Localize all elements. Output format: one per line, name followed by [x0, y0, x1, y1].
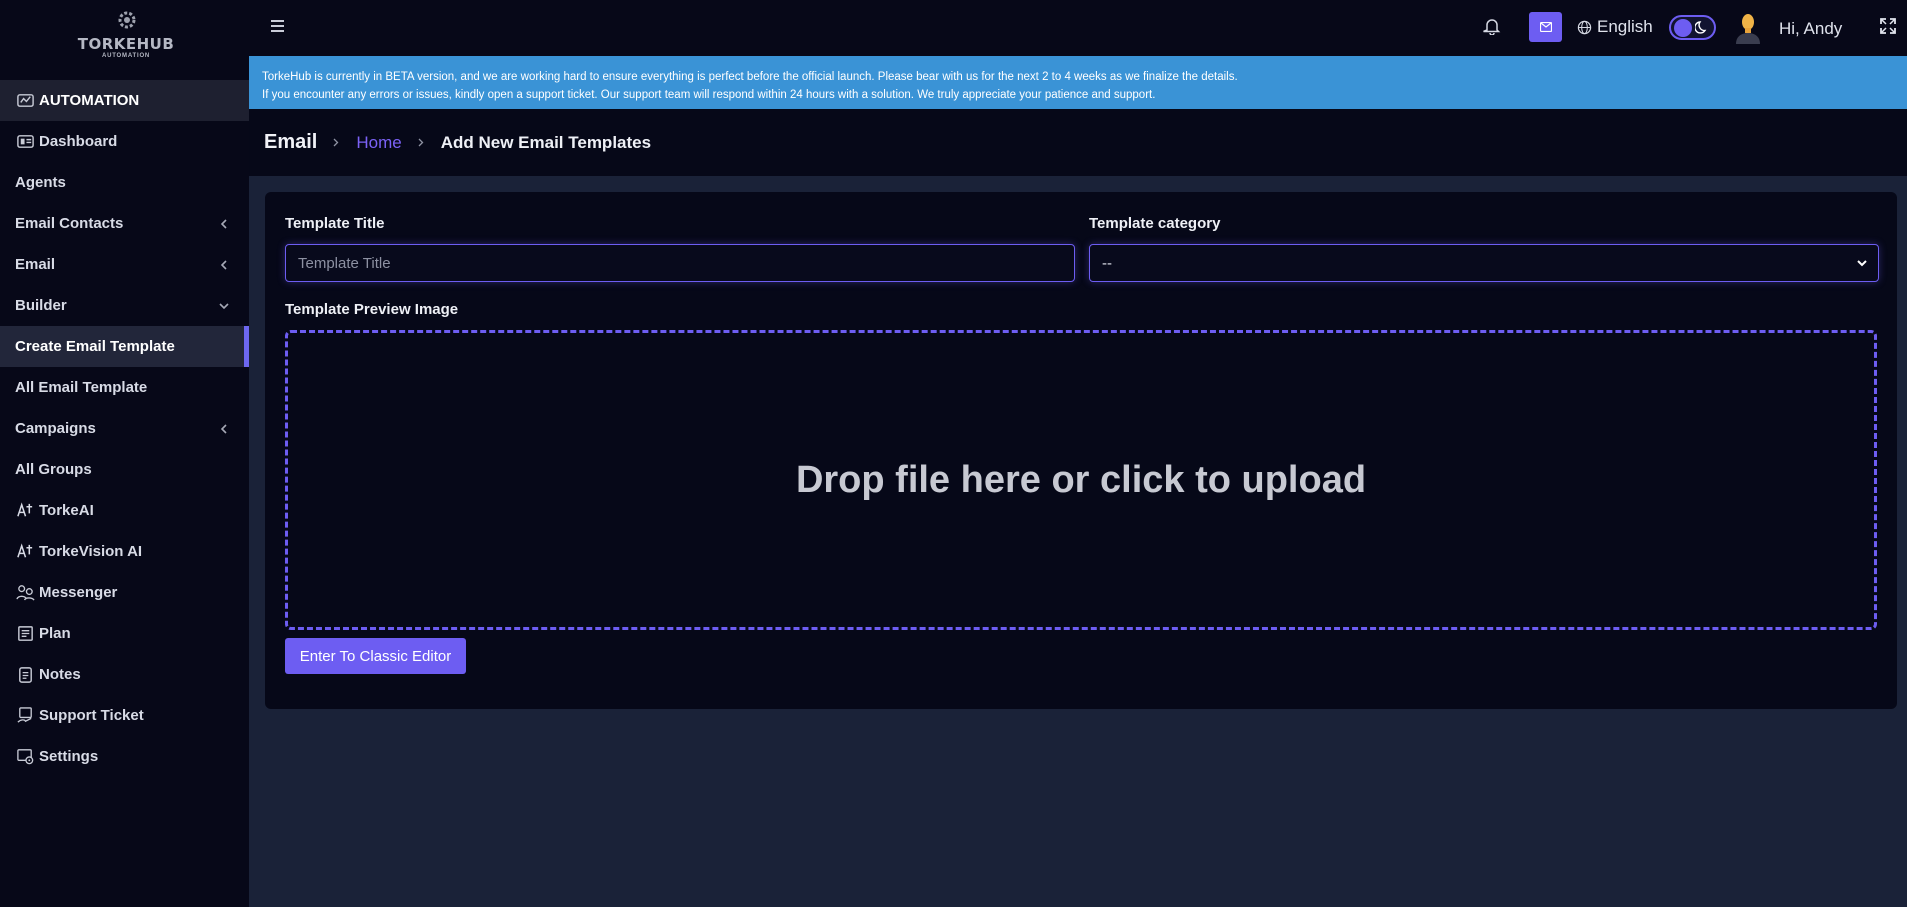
user-greeting[interactable]: Hi, Andy	[1779, 19, 1842, 39]
support-ticket-icon	[15, 706, 35, 726]
sidebar-item-label: Builder	[15, 297, 67, 314]
chevron-left-icon	[220, 259, 227, 270]
sidebar-item-dashboard[interactable]: Dashboard	[0, 121, 249, 162]
sidebar-item-campaigns[interactable]: Campaigns	[0, 408, 249, 449]
sidebar-item-torkeai[interactable]: TorkeAI	[0, 490, 249, 531]
chevron-left-icon	[220, 423, 227, 434]
menu-icon[interactable]	[271, 20, 284, 32]
page-title: Email	[264, 131, 318, 153]
expand-icon[interactable]	[1879, 17, 1897, 35]
template-form-card: Template Title Template category -- Temp…	[265, 192, 1897, 709]
mail-icon	[1539, 22, 1552, 32]
sidebar-item-create-email-template[interactable]: Create Email Template	[0, 326, 249, 367]
sidebar-item-label: Email Contacts	[15, 215, 124, 232]
sidebar-item-label: Plan	[39, 625, 71, 642]
sidebar-item-email[interactable]: Email	[0, 244, 249, 285]
sidebar-item-torkevision-ai[interactable]: TorkeVision AI	[0, 531, 249, 572]
template-preview-label: Template Preview Image	[285, 301, 459, 318]
template-category-label: Template category	[1089, 215, 1221, 232]
template-title-label: Template Title	[285, 215, 385, 232]
banner-line-1: TorkeHub is currently in BETA version, a…	[262, 71, 1238, 83]
theme-toggle[interactable]	[1669, 15, 1716, 40]
sidebar-item-email-contacts[interactable]: Email Contacts	[0, 203, 249, 244]
sidebar-item-label: Dashboard	[39, 133, 118, 150]
automation-icon	[15, 91, 35, 111]
avatar[interactable]	[1733, 12, 1763, 44]
sidebar-item-label: All Email Template	[15, 379, 148, 396]
sidebar-item-support-ticket[interactable]: Support Ticket	[0, 695, 249, 736]
brand-logo[interactable]: TORKEHUB AUTOMATION	[77, 8, 175, 60]
topbar: English Hi, Andy	[249, 0, 1907, 56]
sidebar-item-label: AUTOMATION	[39, 92, 140, 109]
moon-icon	[1695, 21, 1707, 34]
sidebar-item-label: Support Ticket	[39, 707, 144, 724]
sidebar-item-label: Campaigns	[15, 420, 96, 437]
settings-icon	[15, 747, 35, 767]
sidebar-item-all-groups[interactable]: All Groups	[0, 449, 249, 490]
app: TORKEHUB AUTOMATION AUTOMATION Dashboard…	[0, 0, 1907, 907]
sidebar-item-label: Messenger	[39, 584, 118, 601]
sidebar-item-all-email-template[interactable]: All Email Template	[0, 367, 249, 408]
language-label: English	[1597, 17, 1653, 36]
breadcrumb-current: Add New Email Templates	[440, 132, 652, 152]
toggle-knob	[1674, 19, 1692, 37]
notes-icon	[15, 665, 35, 685]
dropzone-text: Drop file here or click to upload	[795, 458, 1367, 501]
ai-sparkle-icon	[15, 542, 35, 562]
file-dropzone[interactable]: Drop file here or click to upload	[285, 330, 1877, 630]
sidebar-item-automation[interactable]: AUTOMATION	[0, 80, 249, 121]
sidebar-item-label: TorkeAI	[39, 502, 94, 519]
sidebar-item-label: Email	[15, 256, 56, 273]
sidebar-item-label: Notes	[39, 666, 81, 683]
sidebar-item-label: All Groups	[15, 461, 92, 478]
chevron-left-icon	[220, 218, 227, 229]
gear-logo-icon	[118, 11, 136, 29]
ai-sparkle-icon	[15, 501, 35, 521]
sidebar-item-agents[interactable]: Agents	[0, 162, 249, 203]
brand-wordmark: TORKEHUB	[77, 35, 175, 53]
sidebar-item-label: TorkeVision AI	[39, 543, 143, 560]
sidebar-item-messenger[interactable]: Messenger	[0, 572, 249, 613]
beta-banner: TorkeHub is currently in BETA version, a…	[249, 56, 1907, 109]
page-header: Email Home Add New Email Templates	[249, 109, 1907, 176]
messenger-icon	[15, 583, 35, 603]
sidebar-item-plan[interactable]: Plan	[0, 613, 249, 654]
chevron-down-icon	[1857, 260, 1867, 267]
chevron-right-icon	[418, 138, 424, 147]
breadcrumb-home-link[interactable]: Home	[356, 133, 401, 153]
mail-button[interactable]	[1529, 12, 1562, 42]
template-category-select[interactable]: --	[1089, 244, 1879, 282]
sidebar-item-builder[interactable]: Builder	[0, 285, 249, 326]
category-selected-value: --	[1102, 254, 1112, 272]
sidebar-item-label: Create Email Template	[15, 338, 175, 355]
globe-icon	[1577, 20, 1592, 34]
chevron-right-icon	[333, 138, 339, 147]
sidebar-nav: AUTOMATION Dashboard Agents Email Contac…	[0, 80, 249, 777]
sidebar-item-label: Settings	[39, 748, 99, 765]
bell-icon[interactable]	[1483, 17, 1501, 35]
template-title-input[interactable]	[285, 244, 1075, 282]
sidebar-item-settings[interactable]: Settings	[0, 736, 249, 777]
plan-icon	[15, 624, 35, 644]
sidebar-item-label: Agents	[15, 174, 66, 191]
banner-line-2: If you encounter any errors or issues, k…	[262, 89, 1156, 101]
language-selector[interactable]: English	[1577, 17, 1653, 37]
classic-editor-button[interactable]: Enter To Classic Editor	[285, 638, 466, 674]
sidebar-item-notes[interactable]: Notes	[0, 654, 249, 695]
sidebar: TORKEHUB AUTOMATION AUTOMATION Dashboard…	[0, 0, 249, 907]
chevron-down-icon	[219, 302, 229, 309]
brand-tagline: AUTOMATION	[101, 53, 151, 59]
dashboard-icon	[15, 132, 35, 152]
